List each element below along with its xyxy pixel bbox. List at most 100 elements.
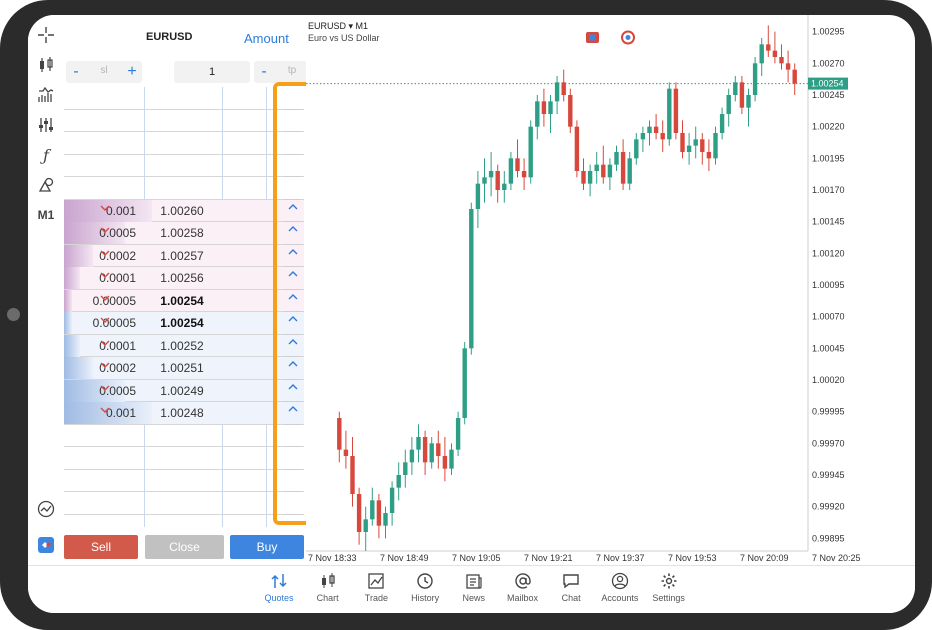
candle <box>449 443 454 475</box>
buy-limit-chevron-icon[interactable] <box>286 405 300 419</box>
objects-icon[interactable] <box>34 173 58 197</box>
sell-limit-chevron-icon[interactable] <box>100 339 112 351</box>
dom-row[interactable]: 0.0002 1.00251 <box>64 357 304 380</box>
dom-row[interactable] <box>64 425 304 447</box>
nav-quotes[interactable]: Quotes <box>254 572 304 603</box>
sell-limit-chevron-icon[interactable] <box>100 271 112 283</box>
row-divider <box>284 491 302 492</box>
dom-price[interactable]: 1.00252 <box>144 335 220 357</box>
sell-limit-chevron-icon[interactable] <box>100 361 112 373</box>
dom-row[interactable] <box>64 447 304 470</box>
y-tick-label: 1.00170 <box>812 185 845 195</box>
candle <box>422 430 428 475</box>
dom-row[interactable]: 0.0005 1.00249 <box>64 379 304 402</box>
mailbox-icon <box>514 573 531 589</box>
dom-price[interactable]: 1.00257 <box>144 245 220 267</box>
nav-trade[interactable]: Trade <box>351 572 401 603</box>
dom-price[interactable]: 1.00258 <box>144 222 220 244</box>
chart-symbol[interactable]: EURUSD ▾ M1 <box>308 21 368 32</box>
y-tick-label: 0.99970 <box>812 438 845 448</box>
chat-icon <box>563 574 579 589</box>
nav-mailbox[interactable]: Mailbox <box>498 572 548 603</box>
dom-price[interactable]: 1.00260 <box>144 200 220 222</box>
dom-price[interactable]: 1.00248 <box>144 402 220 424</box>
close-button[interactable]: Close <box>145 535 224 559</box>
sell-limit-chevron-icon[interactable] <box>100 384 112 396</box>
buy-limit-chevron-icon[interactable] <box>286 293 300 307</box>
dom-price[interactable]: 1.00251 <box>144 357 220 379</box>
sell-limit-chevron-icon[interactable] <box>100 406 112 418</box>
sell-limit-chevron-icon[interactable] <box>100 226 112 238</box>
chart-canvas[interactable]: 1.00295 1.00270 1.00245 1.00220 1.00195 1.001… <box>306 15 878 565</box>
dom-row[interactable] <box>64 155 304 177</box>
sl-plus-button[interactable]: + <box>124 61 140 83</box>
sell-limit-chevron-icon[interactable] <box>100 249 112 261</box>
dom-row[interactable] <box>64 470 304 492</box>
indicators-icon[interactable] <box>34 83 58 107</box>
candle <box>488 152 494 197</box>
volume-field[interactable]: 1 <box>174 61 250 83</box>
y-tick-label: 1.00220 <box>812 122 845 132</box>
sell-button[interactable]: Sell <box>64 535 138 559</box>
dom-row[interactable] <box>64 177 304 200</box>
signal-icon[interactable] <box>621 30 635 45</box>
dom-row[interactable]: 0.001 1.00248 <box>64 402 304 425</box>
buy-button[interactable]: Buy <box>230 535 304 559</box>
chart-type-icon[interactable] <box>34 53 58 77</box>
trend-icon[interactable] <box>34 497 58 521</box>
one-click-icon[interactable] <box>586 32 599 43</box>
price-chart[interactable]: 1.00295 1.00270 1.00245 1.00220 1.00195 1.001… <box>306 15 878 565</box>
x-tick-label: 7 Nov 18:33 <box>308 553 357 563</box>
dom-row[interactable] <box>64 492 304 515</box>
dom-row[interactable]: 0.00005 1.00254 <box>64 289 304 312</box>
buy-limit-chevron-icon[interactable] <box>286 225 300 239</box>
dom-row[interactable] <box>64 132 304 155</box>
candle <box>739 76 745 114</box>
row-divider <box>284 221 302 222</box>
candle <box>779 44 784 70</box>
buy-limit-chevron-icon[interactable] <box>286 338 300 352</box>
sl-stepper[interactable]: - sl + <box>66 61 142 83</box>
nav-accounts[interactable]: Accounts <box>595 572 645 603</box>
dom-row[interactable]: 0.0002 1.00257 <box>64 244 304 267</box>
dom-price[interactable]: 1.00254 <box>144 312 220 334</box>
one-click-trading-icon[interactable] <box>34 533 58 557</box>
buy-limit-chevron-icon[interactable] <box>286 383 300 397</box>
nav-label: Chart <box>316 593 339 603</box>
dom-row[interactable]: 0.00005 1.00254 <box>64 312 304 335</box>
nav-history[interactable]: History <box>400 572 450 603</box>
crosshair-icon[interactable] <box>34 23 58 47</box>
dom-row[interactable] <box>64 110 304 132</box>
dom-row[interactable]: 0.0001 1.00256 <box>64 267 304 290</box>
x-tick-label: 7 Nov 19:21 <box>524 553 573 563</box>
buy-limit-chevron-icon[interactable] <box>286 315 300 329</box>
candle <box>568 88 573 133</box>
nav-news[interactable]: News <box>449 572 499 603</box>
dom-price[interactable]: 1.00249 <box>144 380 220 402</box>
buy-limit-chevron-icon[interactable] <box>286 248 300 262</box>
sell-limit-chevron-icon[interactable] <box>100 204 112 216</box>
buy-limit-chevron-icon[interactable] <box>286 270 300 284</box>
buy-limit-chevron-icon[interactable] <box>286 203 300 217</box>
function-icon[interactable]: ƒ <box>34 143 58 167</box>
nav-chart[interactable]: Chart <box>303 572 353 603</box>
timeframe-button[interactable]: M1 <box>34 203 58 227</box>
sell-limit-chevron-icon[interactable] <box>100 316 112 328</box>
amount-toggle[interactable]: Amount <box>244 31 289 46</box>
candle <box>383 506 388 539</box>
buy-limit-chevron-icon[interactable] <box>286 360 300 374</box>
candle <box>733 76 738 102</box>
dom-symbol[interactable]: EURUSD <box>146 31 192 43</box>
sliders-icon[interactable] <box>34 113 58 137</box>
dom-price[interactable]: 1.00254 <box>144 290 220 312</box>
nav-chat[interactable]: Chat <box>546 572 596 603</box>
dom-row[interactable] <box>64 87 304 110</box>
dom-price[interactable]: 1.00256 <box>144 267 220 289</box>
dom-row[interactable]: 0.0001 1.00252 <box>64 334 304 357</box>
dom-row[interactable]: 0.001 1.00260 <box>64 199 304 222</box>
candle <box>620 139 626 190</box>
home-button[interactable] <box>7 308 20 321</box>
sell-limit-chevron-icon[interactable] <box>100 294 112 306</box>
dom-row[interactable]: 0.0005 1.00258 <box>64 222 304 245</box>
nav-settings[interactable]: Settings <box>644 572 694 603</box>
